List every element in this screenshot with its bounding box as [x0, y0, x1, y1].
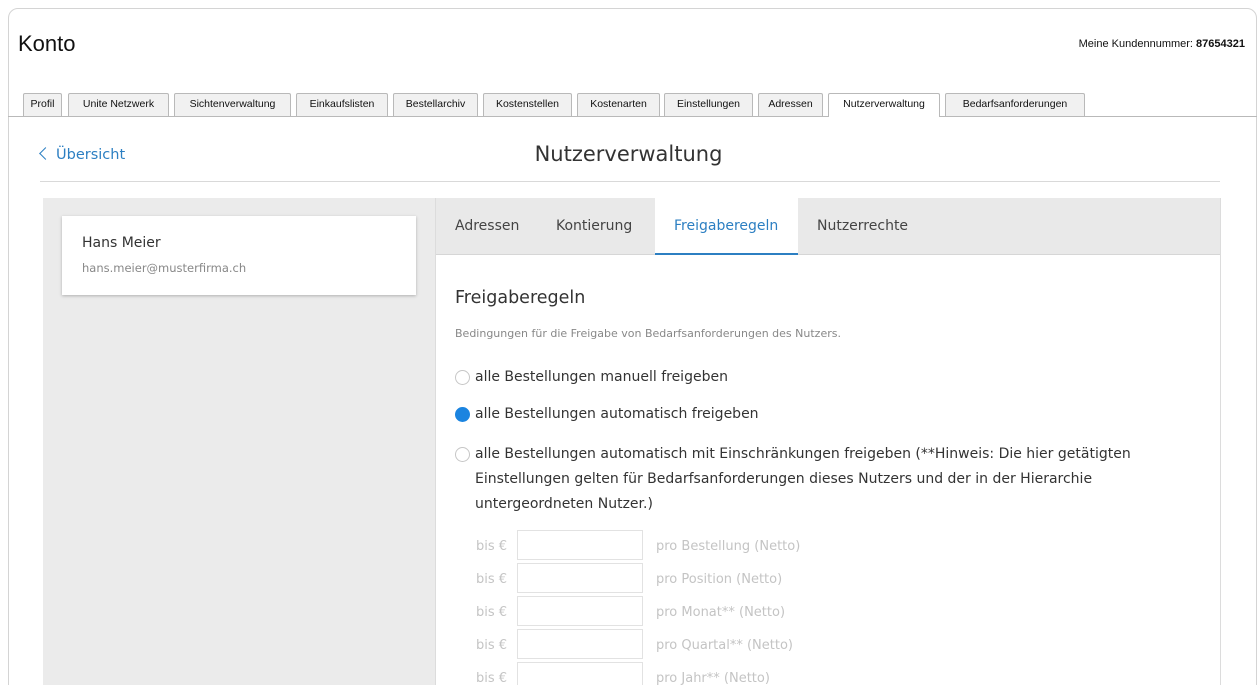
limit-per-position-label: pro Position (Netto) — [656, 572, 783, 587]
limit-per-quarter-label: pro Quartal** (Netto) — [656, 638, 794, 653]
radio-restricted-release-label-line2: Einstellungen gelten für Bedarfsanforder… — [475, 471, 1093, 487]
limit-prefix: bis € — [476, 671, 508, 685]
limit-per-month-label: pro Monat** (Netto) — [656, 605, 786, 620]
section-title: Freigaberegeln — [455, 288, 586, 308]
radio-automatic-release-label: alle Bestellungen automatisch freigeben — [475, 406, 759, 422]
customer-number-value: 87654321 — [1196, 38, 1245, 50]
limit-per-order-input[interactable] — [517, 530, 643, 560]
radio-restricted-release[interactable] — [455, 447, 470, 462]
limit-per-year-input[interactable] — [517, 662, 643, 685]
radio-restricted-release-label-line3: untergeordneten Nutzer.) — [475, 496, 653, 512]
tab-bestellarchiv[interactable]: Bestellarchiv — [393, 93, 478, 116]
limit-prefix: bis € — [476, 539, 508, 554]
tab-kostenarten[interactable]: Kostenarten — [577, 93, 660, 116]
subtab-nutzerrechte[interactable]: Nutzerrechte — [817, 218, 908, 234]
tab-kostenstellen[interactable]: Kostenstellen — [483, 93, 572, 116]
tab-sichtenverwaltung[interactable]: Sichtenverwaltung — [174, 93, 291, 116]
user-name: Hans Meier — [82, 235, 161, 251]
sub-tabs-bar: Adressen Kontierung Freigaberegeln Nutze… — [436, 198, 1220, 255]
active-subtab-indicator — [655, 253, 798, 255]
subtab-kontierung[interactable]: Kontierung — [556, 218, 632, 234]
limit-prefix: bis € — [476, 638, 508, 653]
tab-adressen[interactable]: Adressen — [758, 93, 823, 116]
tabs-baseline — [8, 116, 1257, 117]
limit-per-quarter-input[interactable] — [517, 629, 643, 659]
limit-prefix: bis € — [476, 605, 508, 620]
tab-einkaufslisten[interactable]: Einkaufslisten — [296, 93, 388, 116]
page-title: Nutzerverwaltung — [534, 142, 723, 166]
title-divider — [40, 181, 1220, 182]
subtab-freigaberegeln[interactable]: Freigaberegeln — [674, 218, 778, 234]
radio-automatic-release[interactable] — [455, 407, 470, 422]
tab-nutzerverwaltung[interactable]: Nutzerverwaltung — [828, 93, 940, 117]
limit-per-year-label: pro Jahr** (Netto) — [656, 671, 770, 685]
customer-number: Meine Kundennummer: 87654321 — [1079, 38, 1245, 50]
limit-prefix: bis € — [476, 572, 508, 587]
tab-einstellungen[interactable]: Einstellungen — [664, 93, 753, 116]
customer-number-label: Meine Kundennummer: — [1078, 38, 1193, 50]
user-email: hans.meier@musterfirma.ch — [82, 261, 247, 275]
page-heading: Konto — [18, 31, 76, 56]
tab-bedarfsanforderungen[interactable]: Bedarfsanforderungen — [945, 93, 1085, 116]
section-description: Bedingungen für die Freigabe von Bedarfs… — [455, 327, 841, 340]
limit-per-order-label: pro Bestellung (Netto) — [656, 539, 801, 554]
tab-profil[interactable]: Profil — [23, 93, 62, 116]
radio-restricted-release-label-line1: alle Bestellungen automatisch mit Einsch… — [475, 446, 1131, 462]
tab-unite-netzwerk[interactable]: Unite Netzwerk — [68, 93, 169, 116]
user-card[interactable]: Hans Meier hans.meier@musterfirma.ch — [62, 216, 416, 295]
limit-per-position-input[interactable] — [517, 563, 643, 593]
radio-manual-release[interactable] — [455, 370, 470, 385]
subtab-adressen[interactable]: Adressen — [455, 218, 519, 234]
radio-manual-release-label: alle Bestellungen manuell freigeben — [475, 369, 728, 385]
limit-per-month-input[interactable] — [517, 596, 643, 626]
